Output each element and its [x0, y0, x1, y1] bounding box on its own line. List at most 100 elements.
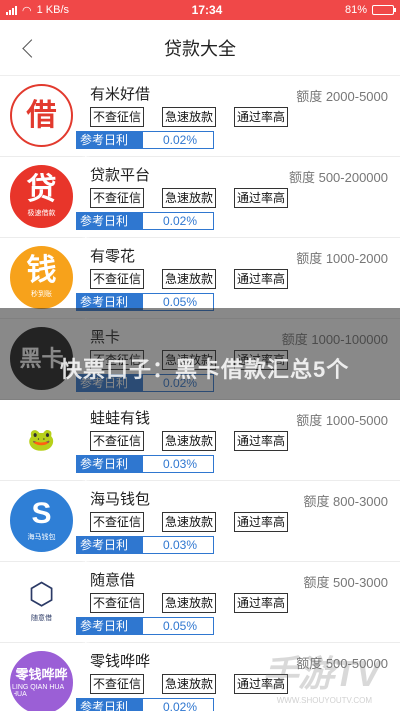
loan-tags: 不查征信 急速放款 通过率高 — [90, 593, 289, 613]
black-card-logo-icon: 黑卡 — [10, 327, 73, 390]
back-button[interactable] — [14, 34, 42, 62]
dai-logo-icon: 贷极速借款 — [10, 165, 73, 228]
rate-value: 0.03% — [142, 536, 214, 554]
loan-tag: 急速放款 — [162, 674, 217, 694]
status-left: ◠ 1 KB/s — [6, 4, 69, 17]
loan-tag: 急速放款 — [162, 107, 217, 127]
loan-tag: 不查征信 — [90, 431, 145, 451]
loan-quota: 额度 500-200000 — [288, 170, 388, 185]
logo-subtext: 极速借款 — [27, 210, 56, 217]
loan-tag: 通过率高 — [234, 188, 289, 208]
signal-icon — [6, 5, 17, 15]
loan-tag: 通过率高 — [234, 593, 289, 613]
loan-tag: 不查征信 — [90, 512, 145, 532]
status-right: 81% — [344, 4, 396, 16]
loan-item[interactable]: S海马钱包海马钱包 额度 800-3000 不查征信急速放款通过率高参考日利率0.0… — [0, 481, 400, 570]
loan-tag: 不查征信 — [90, 593, 145, 613]
loan-tags: 不查征信 急速放款 通过率高 — [90, 107, 289, 127]
rate-value: 0.02% — [142, 374, 214, 392]
loan-tag: 急速放款 — [162, 188, 217, 208]
loan-tag: 不查征信 — [90, 188, 145, 208]
rate-value: 0.02% — [142, 698, 214, 711]
rate-label: 参考日利率 — [76, 293, 142, 327]
chevron-left-icon — [21, 38, 41, 58]
rate-value: 0.05% — [142, 293, 214, 311]
logo-glyph: 借 — [26, 98, 57, 132]
rate-row: 参考日利率0.05% — [76, 617, 214, 651]
loan-tags: 不查征信 急速放款 通过率高 — [90, 512, 289, 532]
logo-glyph: 🐸 — [27, 426, 56, 452]
rate-row: 参考日利率0.02% — [76, 374, 214, 408]
logo-subtext: LING QIAN HUA HUA — [12, 683, 64, 698]
rate-label: 参考日利率 — [76, 212, 142, 246]
loan-item[interactable]: 零钱哗哗 LING QIAN HUA HUA 零钱哗哗 额度 500-50000 不查征… — [0, 643, 400, 711]
loan-name: 海马钱包 — [90, 491, 151, 508]
loan-item[interactable]: 黑卡黑卡额度 1000-100000不查征信急速放款通过率高参考日利率0.02% — [0, 319, 400, 408]
rate-label: 参考日利率 — [76, 698, 142, 711]
loan-item[interactable]: 贷极速借款贷款平台额度 500-200000不查征信急速放款通过率高参考日利率0… — [0, 157, 400, 246]
rate-value: 0.05% — [142, 617, 214, 635]
status-bar: ◠ 1 KB/s 17:34 81% — [0, 0, 400, 20]
nav-bar: 贷款大全 — [0, 20, 400, 76]
logo-subtext: 秒到账 — [31, 291, 52, 298]
rate-row: 参考日利率0.05% — [76, 293, 214, 327]
wifi-icon: ◠ — [22, 4, 32, 17]
loan-name: 蛙蛙有钱 — [90, 410, 151, 427]
loan-tags: 不查征信 急速放款 通过率高 — [90, 269, 289, 289]
loan-list: 借有米好借额度 2000-5000不查征信急速放款通过率高参考日利率0.02%贷… — [0, 76, 400, 711]
loan-name: 零钱哗哗 — [90, 653, 151, 670]
loan-quota: 额度 1000-100000 — [281, 332, 388, 347]
loan-tags: 不查征信 急速放款 通过率高 — [90, 674, 289, 694]
rate-row: 参考日利率0.02% — [76, 698, 214, 711]
loan-tags: 不查征信 急速放款 通过率高 — [90, 350, 289, 370]
rate-row: 参考日利率0.03% — [76, 536, 214, 570]
rate-label: 参考日利率 — [76, 455, 142, 489]
lingqian-logo-icon: 零钱哗哗 LING QIAN HUA HUA — [10, 651, 73, 711]
logo-glyph: ⬡ — [28, 578, 55, 611]
page-title: 贷款大全 — [164, 38, 236, 59]
loan-name: 有米好借 — [90, 86, 151, 103]
qian-logo-icon: 钱秒到账 — [10, 246, 73, 309]
loan-tag: 通过率高 — [234, 269, 289, 289]
rate-value: 0.02% — [142, 212, 214, 230]
rate-value: 0.02% — [142, 131, 214, 149]
loan-name: 黑卡 — [90, 329, 121, 346]
rate-value: 0.03% — [142, 455, 214, 473]
loan-tag: 急速放款 — [162, 431, 217, 451]
battery-percent: 81% — [344, 4, 367, 16]
rate-row: 参考日利率0.02% — [76, 212, 214, 246]
loan-quota: 额度 800-3000 — [303, 494, 388, 509]
seahorse-logo-icon: S 海马钱包 — [10, 489, 73, 552]
rate-row: 参考日利率0.02% — [76, 131, 214, 165]
loan-tag: 不查征信 — [90, 107, 145, 127]
logo-glyph: 黑卡 — [19, 345, 64, 371]
loan-tag: 通过率高 — [234, 674, 289, 694]
loan-tag: 不查征信 — [90, 269, 145, 289]
loan-name: 贷款平台 — [90, 167, 151, 184]
network-speed: 1 KB/s — [36, 4, 70, 16]
loan-tag: 通过率高 — [234, 431, 289, 451]
loan-item[interactable]: ⬡随意借随意借额度 500-3000不查征信急速放款通过率高参考日利率0.05% — [0, 562, 400, 651]
loan-tag: 急速放款 — [162, 269, 217, 289]
logo-glyph: 钱 — [26, 254, 57, 287]
loan-item[interactable]: 🐸 蛙蛙有钱 额度 1000-5000 不查征信急速放款通过率高参考日利率0.03% — [0, 400, 400, 489]
hexagon-logo-icon: ⬡ 随意借 — [10, 570, 73, 633]
rate-label: 参考日利率 — [76, 536, 142, 570]
loan-tags: 不查征信 急速放款 通过率高 — [90, 431, 289, 451]
rate-label: 参考日利率 — [76, 374, 142, 408]
jie-logo-icon: 借 — [10, 84, 73, 147]
loan-tag: 通过率高 — [234, 107, 289, 127]
loan-name: 随意借 — [90, 572, 136, 589]
loan-tag: 不查征信 — [90, 674, 145, 694]
loan-quota: 额度 1000-2000 — [296, 251, 388, 266]
rate-label: 参考日利率 — [76, 131, 142, 165]
rate-label: 参考日利率 — [76, 617, 142, 651]
battery-icon — [372, 5, 396, 15]
loan-quota: 额度 1000-5000 — [296, 413, 388, 428]
logo-glyph: S — [31, 497, 52, 530]
loan-item[interactable]: 借 有米好借 额度 2000-5000 不查征信急速放款通过率高参考日利率0.02% — [0, 76, 400, 165]
loan-tag: 通过率高 — [234, 350, 289, 370]
logo-glyph: 贷 — [26, 173, 57, 206]
loan-item[interactable]: 钱秒到账有零花额度 1000-2000不查征信急速放款通过率高参考日利率0.05… — [0, 238, 400, 327]
status-time: 17:34 — [191, 3, 223, 17]
